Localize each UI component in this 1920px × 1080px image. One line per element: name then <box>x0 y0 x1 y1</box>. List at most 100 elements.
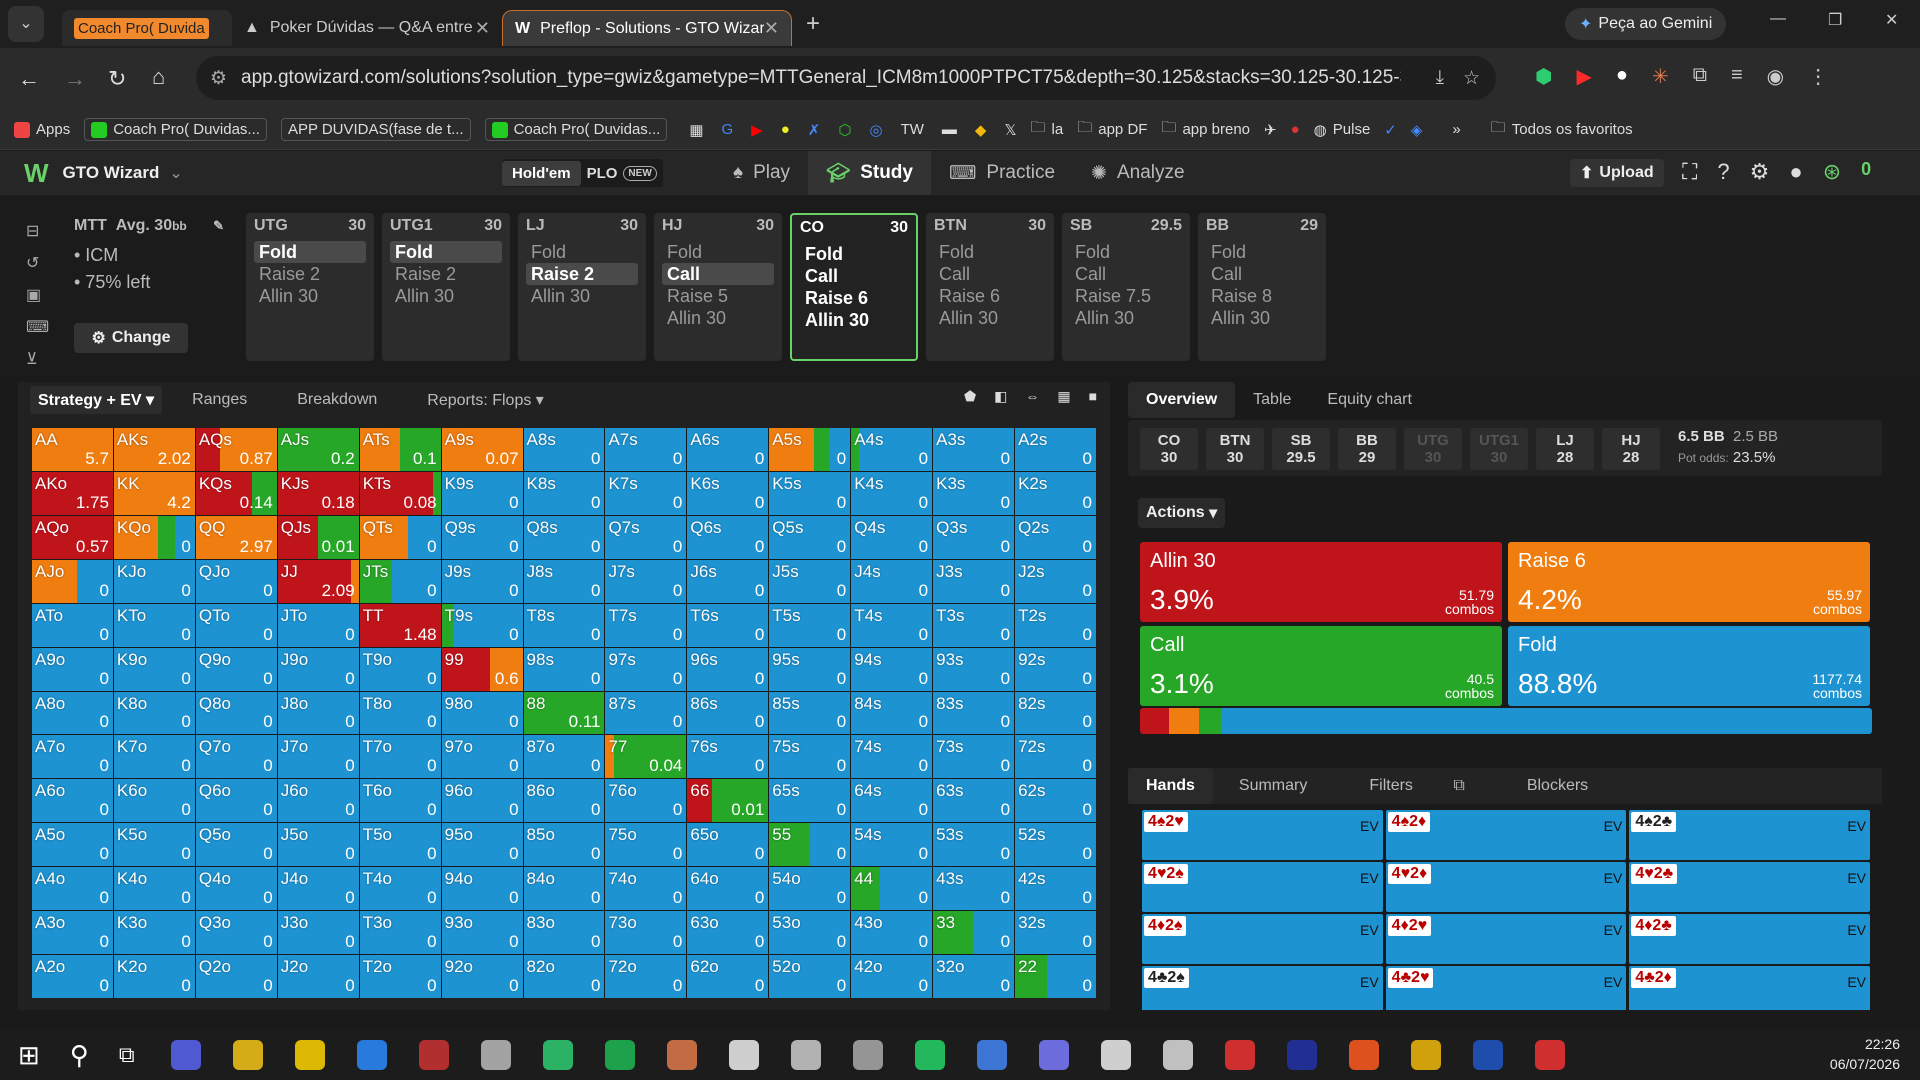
hand-cell[interactable]: K6s 0 <box>687 471 769 515</box>
install-icon[interactable]: ⤓ <box>1436 67 1444 89</box>
hand-cell[interactable]: K2o 0 <box>113 955 195 998</box>
hand-combo[interactable]: 4♣2♦ EV <box>1629 966 1870 1010</box>
hand-cell[interactable]: 76s 0 <box>687 735 769 779</box>
taskbar-app-icon[interactable] <box>666 1040 697 1070</box>
hand-cell[interactable]: Q5o 0 <box>195 823 277 867</box>
hand-cell[interactable]: 84s 0 <box>851 691 933 735</box>
position-action[interactable]: Fold <box>934 241 1046 263</box>
hand-cell[interactable]: 66 0.01 <box>687 779 769 823</box>
controller-icon[interactable]: ⌨ <box>26 317 49 337</box>
bookmark-icons-group[interactable]: ▦ G ▶ ● ✗ ⬡ ◎ TW ▬ ◆ 𝕏 <box>689 121 1016 139</box>
hand-cell[interactable]: 92o 0 <box>441 955 523 998</box>
hand-cell[interactable]: 94o 0 <box>441 867 523 911</box>
bookmark-folder-app-df[interactable]: 🗀 app DF <box>1077 117 1147 142</box>
hand-cell[interactable]: J3s 0 <box>933 559 1015 603</box>
hand-cell[interactable]: 83o 0 <box>523 911 605 955</box>
hand-cell[interactable]: K7s 0 <box>605 471 687 515</box>
hand-cell[interactable]: JTs 0 <box>359 559 441 603</box>
position-action[interactable]: Allin 30 <box>390 285 502 307</box>
seat-utg1[interactable]: UTG1 30 <box>1470 428 1528 470</box>
hand-cell[interactable]: 85o 0 <box>523 823 605 867</box>
tab-table[interactable]: Table <box>1235 391 1309 409</box>
browser-tab[interactable]: Coach Pro( Duvida <box>62 10 232 46</box>
hand-cell[interactable]: J3o 0 <box>277 911 359 955</box>
hand-combo[interactable]: 4♣2♥ EV <box>1385 966 1627 1010</box>
hand-cell[interactable]: KJs 0.18 <box>277 471 359 515</box>
position-action[interactable]: Allin 30 <box>662 307 774 329</box>
tab-close-icon[interactable]: ✕ <box>764 18 779 39</box>
position-action[interactable]: Allin 30 <box>254 285 366 307</box>
hand-combo[interactable]: 4♥2♦ EV <box>1385 862 1627 912</box>
bookmark-all-favorites[interactable]: 🗀 Todos os favoritos <box>1491 117 1633 142</box>
hand-cell[interactable]: KQo 0 <box>113 515 195 559</box>
hand-cell[interactable]: 73o 0 <box>605 911 687 955</box>
hand-cell[interactable]: Q8s 0 <box>523 515 605 559</box>
hand-cell[interactable]: A2o 0 <box>32 955 113 998</box>
hand-cell[interactable]: 84o 0 <box>523 867 605 911</box>
shield-view-icon[interactable]: ⬟ <box>964 388 976 405</box>
youtube-extension-icon[interactable]: ▶ <box>1576 64 1591 89</box>
position-action[interactable]: Fold <box>662 241 774 263</box>
taskbar-app-icon[interactable] <box>542 1040 573 1070</box>
action-box-allin[interactable]: Allin 30 3.9% 51.79 combos <box>1140 542 1502 622</box>
taskbar-app-icon[interactable] <box>418 1040 449 1070</box>
hand-cell[interactable]: TT 1.48 <box>359 603 441 647</box>
hand-cell[interactable]: J7s 0 <box>605 559 687 603</box>
tab-ranges[interactable]: Ranges <box>192 391 247 409</box>
history-icon[interactable]: ↺ <box>26 253 49 273</box>
hand-cell[interactable]: 98s 0 <box>523 647 605 691</box>
hand-cell[interactable]: 54s 0 <box>851 823 933 867</box>
hand-combo[interactable]: 4♦2♥ EV <box>1385 914 1627 964</box>
hand-cell[interactable]: Q5s 0 <box>769 515 851 559</box>
holdem-tab[interactable]: Hold'em <box>502 160 581 186</box>
hand-cell[interactable]: 32s 0 <box>1015 911 1096 955</box>
taskbar-app-icon[interactable] <box>1038 1040 1069 1070</box>
hand-cell[interactable]: Q6s 0 <box>687 515 769 559</box>
hand-cell[interactable]: KTo 0 <box>113 603 195 647</box>
hand-combo[interactable]: 4♠2♣ EV <box>1629 810 1870 860</box>
taskbar-app-icon[interactable] <box>1100 1040 1131 1070</box>
tab-summary[interactable]: Summary <box>1221 777 1325 795</box>
bookmark-coach-pro[interactable]: Coach Pro( Duvidas... <box>84 118 267 141</box>
hand-cell[interactable]: A7o 0 <box>32 735 113 779</box>
window-close-icon[interactable]: ✕ <box>1885 10 1898 30</box>
hand-cell[interactable]: AA 5.7 <box>32 428 113 471</box>
hand-cell[interactable]: A7s 0 <box>605 428 687 471</box>
hand-cell[interactable]: KQs 0.14 <box>195 471 277 515</box>
hand-cell[interactable]: T9s 0 <box>441 603 523 647</box>
hand-cell[interactable]: 73s 0 <box>933 735 1015 779</box>
tab-overview[interactable]: Overview <box>1128 382 1236 418</box>
hand-cell[interactable]: 83s 0 <box>933 691 1015 735</box>
position-card-sb[interactable]: SB 29.5 Fold Call Raise 7.5 Allin 30 <box>1062 213 1190 361</box>
hand-cell[interactable]: 32o 0 <box>933 955 1015 998</box>
hand-cell[interactable]: QTo 0 <box>195 603 277 647</box>
hand-cell[interactable]: K4s 0 <box>851 471 933 515</box>
site-info-icon[interactable]: ⚙ <box>210 67 227 90</box>
hand-cell[interactable]: 62o 0 <box>687 955 769 998</box>
nav-analyze[interactable]: ✺ Analyze <box>1073 151 1203 195</box>
position-action[interactable]: Call <box>800 265 908 287</box>
hand-combo[interactable]: 4♠2♦ EV <box>1385 810 1627 860</box>
home-icon[interactable]: ⌂ <box>152 64 165 90</box>
hand-cell[interactable]: 88 0.11 <box>523 691 605 735</box>
hand-cell[interactable]: K3o 0 <box>113 911 195 955</box>
hand-cell[interactable]: 75o 0 <box>605 823 687 867</box>
edit-icon[interactable]: ✎ <box>213 218 224 234</box>
taskbar-app-icon[interactable] <box>480 1040 511 1070</box>
hand-cell[interactable]: T4o 0 <box>359 867 441 911</box>
position-action[interactable]: Allin 30 <box>1206 307 1318 329</box>
hand-cell[interactable]: A2s 0 <box>1015 428 1096 471</box>
new-tab-icon[interactable]: + <box>806 10 820 38</box>
position-action[interactable]: Call <box>1070 263 1182 285</box>
hand-cell[interactable]: T5o 0 <box>359 823 441 867</box>
hand-cell[interactable]: A9o 0 <box>32 647 113 691</box>
hand-cell[interactable]: AJs 0.2 <box>277 428 359 471</box>
taskbar-app-icon[interactable] <box>232 1040 263 1070</box>
hand-combo[interactable]: 4♦2♣ EV <box>1629 914 1870 964</box>
browser-menu-icon[interactable]: ⋮ <box>1808 64 1828 89</box>
hand-cell[interactable]: Q3s 0 <box>933 515 1015 559</box>
hand-cell[interactable]: JTo 0 <box>277 603 359 647</box>
hand-combo[interactable]: 4♥2♣ EV <box>1629 862 1870 912</box>
hand-cell[interactable]: A8o 0 <box>32 691 113 735</box>
hand-cell[interactable]: 93s 0 <box>933 647 1015 691</box>
